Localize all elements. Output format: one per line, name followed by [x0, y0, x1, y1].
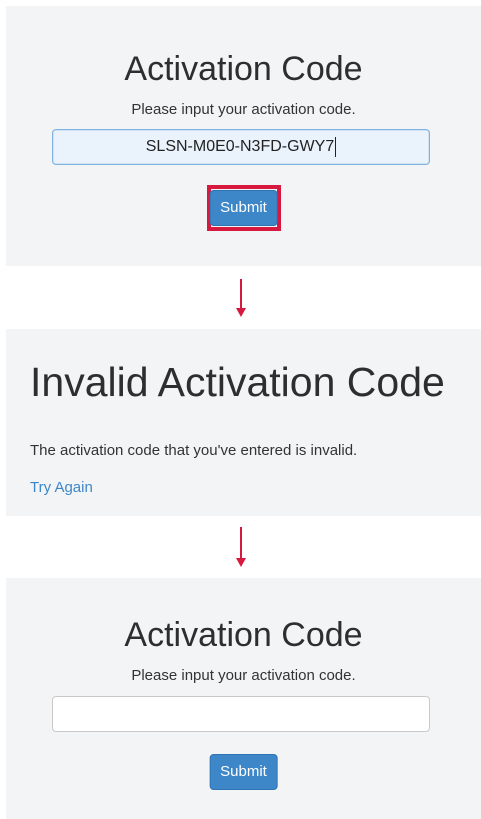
- error-message: The activation code that you've entered …: [30, 442, 358, 459]
- page-title: Activation Code: [124, 616, 363, 654]
- error-title: Invalid Activation Code: [30, 359, 445, 405]
- activation-form-panel-filled: Activation Code Please input your activa…: [6, 6, 481, 266]
- submit-button[interactable]: Submit: [209, 754, 278, 790]
- activation-code-input[interactable]: SLSN-M0E0-N3FD-GWY7: [52, 129, 430, 165]
- activation-form-panel-empty: Activation Code Please input your activa…: [6, 578, 481, 819]
- arrow-down-icon: [236, 279, 246, 317]
- page-subtitle: Please input your activation code.: [131, 667, 356, 684]
- activation-code-input[interactable]: [52, 696, 430, 732]
- page-subtitle: Please input your activation code.: [131, 101, 356, 118]
- arrow-down-icon: [236, 527, 246, 567]
- page-title: Activation Code: [124, 50, 363, 88]
- error-panel: Invalid Activation Code The activation c…: [6, 329, 481, 516]
- text-caret: [335, 136, 337, 157]
- try-again-link[interactable]: Try Again: [30, 479, 93, 496]
- activation-code-value: SLSN-M0E0-N3FD-GWY7: [145, 138, 335, 155]
- submit-button[interactable]: Submit: [209, 190, 278, 226]
